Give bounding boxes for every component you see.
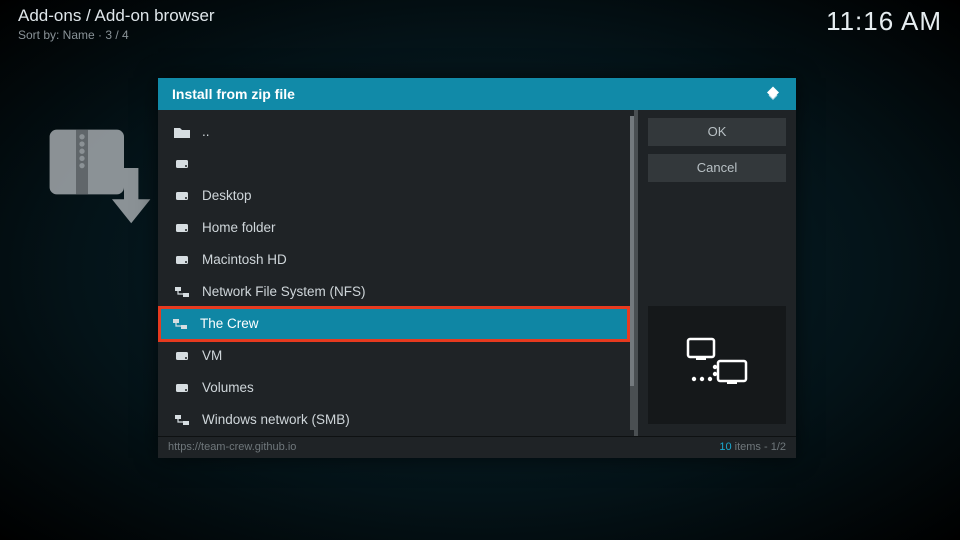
drive-icon (174, 189, 190, 203)
list-item[interactable]: Network File System (NFS) (158, 276, 634, 308)
folder-up-icon (174, 125, 190, 139)
list-item[interactable]: The Crew (160, 308, 628, 340)
list-item[interactable]: Volumes (158, 372, 634, 404)
list-item-label: The Crew (200, 316, 259, 331)
list-item-label: VM (202, 348, 222, 363)
list-item[interactable]: .. (158, 116, 634, 148)
list-item-label: .. (202, 124, 210, 139)
breadcrumb: Add-ons / Add-on browser (18, 6, 215, 26)
list-item[interactable]: Home folder (158, 212, 634, 244)
ok-button[interactable]: OK (648, 118, 786, 146)
dialog-title: Install from zip file (172, 86, 295, 102)
clock: 11:16 AM (826, 6, 942, 37)
cancel-button[interactable]: Cancel (648, 154, 786, 182)
install-from-zip-dialog: Install from zip file .. Desktop Home fold… (158, 78, 796, 458)
zip-download-icon (40, 120, 160, 240)
footer-item-count: 10 items - 1/2 (719, 441, 786, 453)
sort-by-line: Sort by: Name · 3 / 4 (18, 28, 215, 42)
drive-icon (174, 349, 190, 363)
list-item-label: Network File System (NFS) (202, 284, 366, 299)
list-item[interactable]: VM (158, 340, 634, 372)
network-icon (172, 317, 188, 331)
list-item-label: Volumes (202, 380, 254, 395)
network-share-icon (682, 335, 752, 395)
list-item-label: Desktop (202, 188, 252, 203)
list-item-label: Windows network (SMB) (202, 412, 350, 427)
dialog-footer: https://team-crew.github.io 10 items - 1… (158, 436, 796, 458)
network-icon (174, 413, 190, 427)
scrollbar[interactable] (630, 116, 634, 430)
list-item[interactable]: Windows network (SMB) (158, 404, 634, 436)
drive-icon (174, 221, 190, 235)
list-item[interactable] (158, 148, 634, 180)
list-item[interactable]: Desktop (158, 180, 634, 212)
file-list: .. Desktop Home folder Macintosh HD Network … (158, 110, 638, 436)
footer-url: https://team-crew.github.io (168, 441, 296, 453)
kodi-logo-icon (764, 85, 782, 103)
network-icon (174, 285, 190, 299)
list-item-label: Home folder (202, 220, 276, 235)
list-item-label: Macintosh HD (202, 252, 287, 267)
dialog-header: Install from zip file (158, 78, 796, 110)
scrollbar-thumb[interactable] (630, 116, 634, 386)
drive-icon (174, 253, 190, 267)
list-item[interactable]: Macintosh HD (158, 244, 634, 276)
drive-icon (174, 381, 190, 395)
preview-thumbnail (648, 306, 786, 424)
drive-icon (174, 157, 190, 171)
